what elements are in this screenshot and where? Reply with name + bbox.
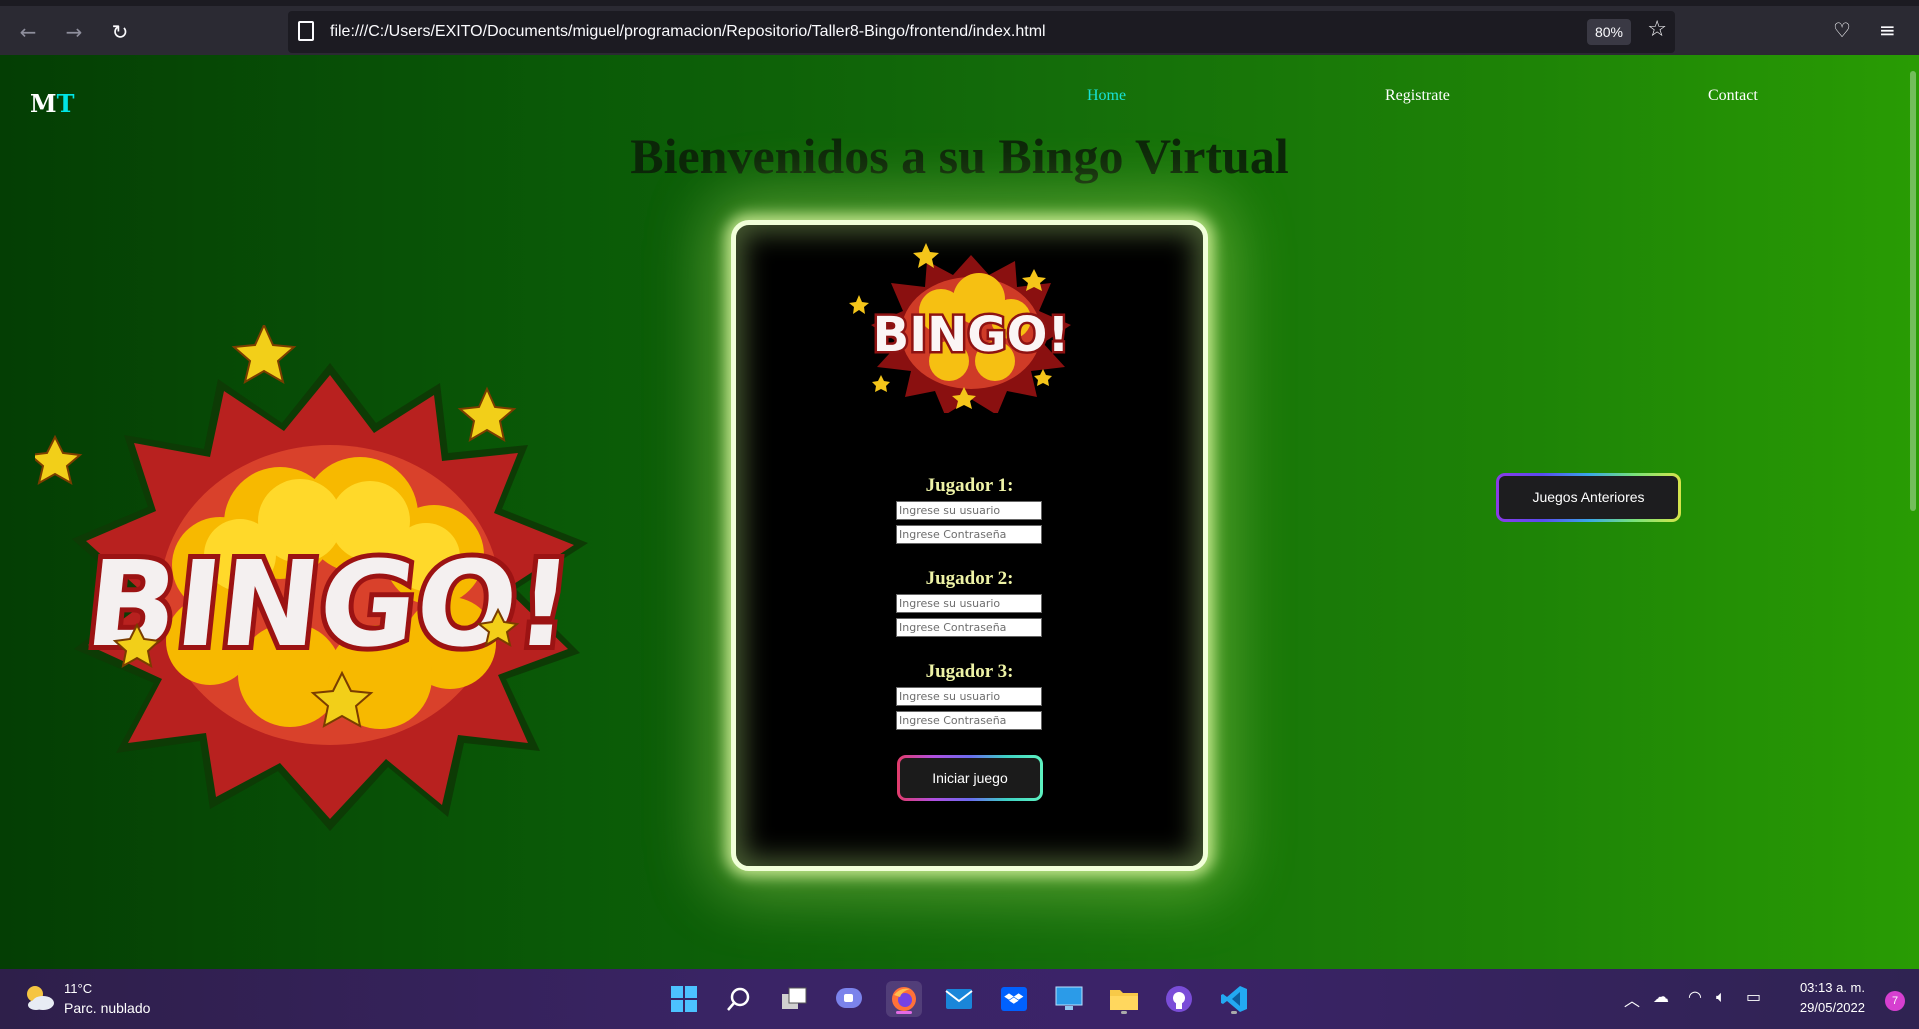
player-1-username-input[interactable] <box>896 501 1042 520</box>
browser-toolbar: ← → ↻ file:///C:/Users/EXITO/Documents/m… <box>0 0 1919 55</box>
back-arrow-icon[interactable]: ← <box>14 18 42 46</box>
logo-letter-t: T <box>56 89 75 118</box>
page-viewport: MT Home Registrate Contact Bienvenidos a… <box>0 55 1919 969</box>
player-2-label: Jugador 2: <box>925 568 1014 589</box>
player-login-card: BINGO! Jugador 1: Jugador 2: Jugador 3: … <box>731 220 1208 871</box>
github-icon[interactable] <box>1161 981 1197 1017</box>
reload-icon[interactable]: ↻ <box>106 18 134 46</box>
remote-desktop-icon[interactable] <box>1051 981 1087 1017</box>
chevron-up-icon[interactable]: ︿ <box>1624 987 1640 1011</box>
active-indicator <box>896 1011 912 1014</box>
battery-icon[interactable]: ▭ <box>1746 987 1761 1006</box>
wifi-icon[interactable]: ◠ <box>1688 987 1702 1006</box>
weather-description[interactable]: Parc. nublado <box>64 1000 150 1016</box>
start-game-button[interactable]: Iniciar juego <box>897 755 1043 801</box>
bingo-logo-small: BINGO! <box>849 243 1072 413</box>
onedrive-cloud-icon[interactable]: ☁ <box>1653 987 1669 1006</box>
svg-text:BINGO!: BINGO! <box>873 307 1070 363</box>
player-3-password-input[interactable] <box>896 711 1042 730</box>
zoom-indicator[interactable]: 80% <box>1586 19 1631 45</box>
search-icon[interactable] <box>721 981 757 1017</box>
nav-register-link[interactable]: Registrate <box>1385 87 1450 105</box>
notification-badge[interactable]: 7 <box>1885 991 1905 1011</box>
player-2-username-input[interactable] <box>896 594 1042 613</box>
player-3-username-input[interactable] <box>896 687 1042 706</box>
previous-games-button[interactable]: Juegos Anteriores <box>1496 473 1681 522</box>
running-indicator <box>1121 1011 1127 1014</box>
task-view-icon[interactable] <box>776 981 812 1017</box>
page-title: Bienvenidos a su Bingo Virtual <box>630 128 1289 184</box>
bookmark-star-icon[interactable]: ☆ <box>1647 17 1667 42</box>
chat-icon[interactable] <box>831 981 867 1017</box>
logo-letter-m: M <box>30 89 57 118</box>
file-explorer-icon[interactable] <box>1106 981 1142 1017</box>
page-icon <box>298 21 314 41</box>
player-1-label: Jugador 1: <box>925 475 1014 496</box>
bingo-burst-image: BINGO! <box>35 325 588 831</box>
running-indicator <box>1231 1011 1237 1014</box>
mail-icon[interactable] <box>941 981 977 1017</box>
svg-text:BINGO!: BINGO! <box>80 535 578 673</box>
forward-arrow-icon[interactable]: → <box>60 18 88 46</box>
weather-temperature[interactable]: 11°C <box>64 981 92 996</box>
clock-time[interactable]: 03:13 a. m. <box>1800 980 1865 995</box>
address-bar[interactable]: file:///C:/Users/EXITO/Documents/miguel/… <box>288 11 1675 53</box>
menu-icon[interactable]: ≡ <box>1879 18 1896 42</box>
volume-icon[interactable]: 🔈︎ <box>1716 987 1726 1007</box>
clock-date[interactable]: 29/05/2022 <box>1800 1000 1865 1015</box>
player-2-password-input[interactable] <box>896 618 1042 637</box>
pocket-icon[interactable]: ♡ <box>1833 18 1851 42</box>
site-logo[interactable]: MT <box>30 89 74 118</box>
firefox-icon[interactable] <box>886 981 922 1017</box>
nav-home-link[interactable]: Home <box>1087 87 1126 105</box>
url-text[interactable]: file:///C:/Users/EXITO/Documents/miguel/… <box>330 23 1046 41</box>
taskbar: 11°C Parc. nublado ︿ ☁ ◠ 🔈︎ ▭ 03:13 a. m… <box>0 969 1919 1029</box>
dropbox-icon[interactable] <box>996 981 1032 1017</box>
vscode-icon[interactable] <box>1216 981 1252 1017</box>
weather-cloud-icon[interactable] <box>24 983 56 1013</box>
player-1-password-input[interactable] <box>896 525 1042 544</box>
player-3-label: Jugador 3: <box>925 661 1014 682</box>
nav-contact-link[interactable]: Contact <box>1708 87 1758 105</box>
windows-start-icon[interactable] <box>666 981 702 1017</box>
